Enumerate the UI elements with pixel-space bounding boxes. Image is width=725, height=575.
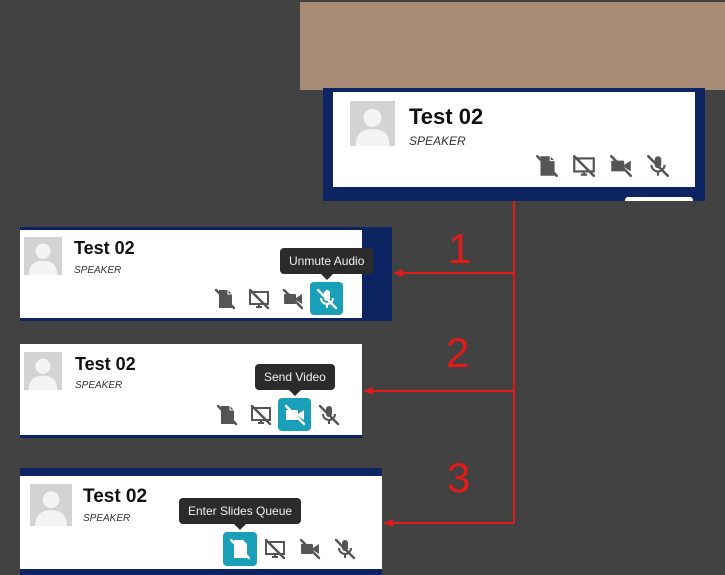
step-number-1: 1 — [448, 225, 472, 272]
annotation-arrows — [364, 201, 515, 527]
step-number-3: 3 — [447, 454, 471, 501]
step-number-2: 2 — [446, 329, 470, 376]
